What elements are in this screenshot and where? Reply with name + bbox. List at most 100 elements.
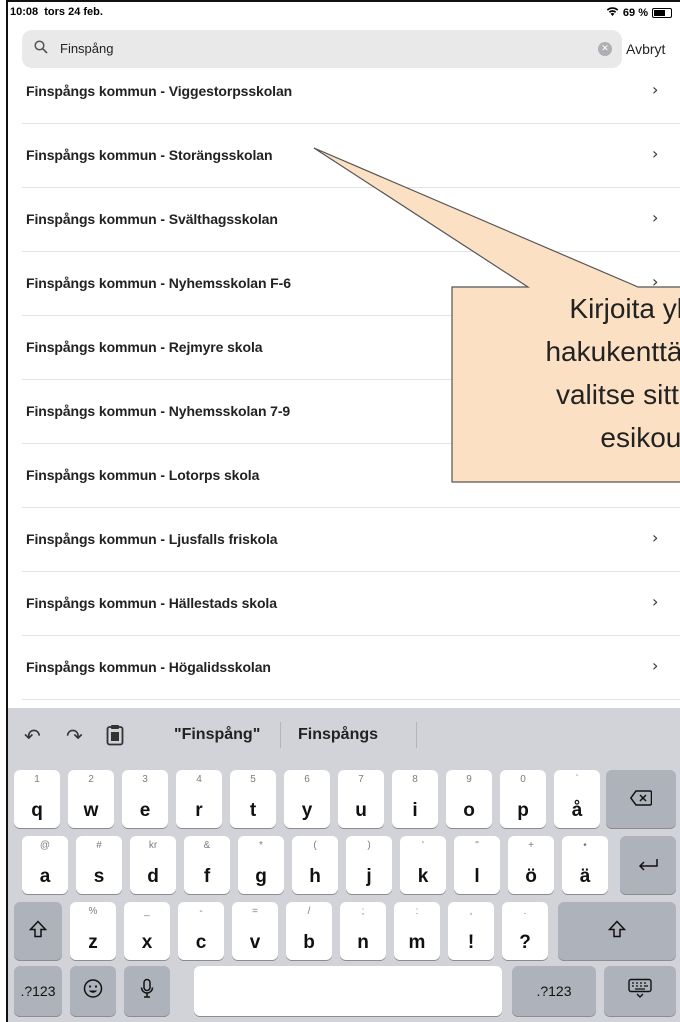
- key-f[interactable]: & f: [184, 836, 230, 894]
- numbers-key-right[interactable]: .?123: [512, 966, 596, 1016]
- key-i[interactable]: 8i: [392, 770, 438, 828]
- return-icon: [620, 853, 676, 877]
- dictation-key[interactable]: [124, 966, 170, 1016]
- undo-icon[interactable]: ↶: [24, 724, 41, 748]
- key-k[interactable]: ' k: [400, 836, 446, 894]
- key-alt-label: 0: [520, 774, 526, 785]
- suggestion-2[interactable]: Finspångs: [298, 726, 378, 744]
- key-alt-label: `: [575, 774, 579, 785]
- emoji-icon: [70, 979, 116, 1004]
- key-j[interactable]: ) j: [346, 836, 392, 894]
- key-c[interactable]: -c: [178, 902, 224, 960]
- key-label: .?123: [20, 983, 56, 999]
- key-label: !: [467, 932, 475, 953]
- key-![interactable]: ,!: [448, 902, 494, 960]
- chevron-right-icon: ›: [652, 528, 659, 547]
- chevron-right-icon: ›: [652, 208, 659, 227]
- key-alt-label: 9: [466, 774, 472, 785]
- key-label: k: [417, 866, 429, 887]
- key-label: e: [139, 800, 151, 821]
- cancel-button[interactable]: Avbryt: [626, 41, 665, 57]
- key-q[interactable]: 1q: [14, 770, 60, 828]
- battery-icon: [652, 7, 672, 18]
- result-label: Finspångs kommun - Hällestads skola: [26, 595, 277, 611]
- key-label: s: [93, 866, 105, 887]
- key-x[interactable]: _ x: [124, 902, 170, 960]
- key-?[interactable]: .?: [502, 902, 548, 960]
- suggestion-bar: ↶ ↷ "Finspång" Finspångs: [8, 708, 680, 762]
- key-alt-label: 7: [358, 774, 364, 785]
- backspace-icon: [606, 787, 676, 811]
- space-key[interactable]: [194, 966, 502, 1016]
- key-o[interactable]: 9o: [446, 770, 492, 828]
- callout-line: valitse sitten l: [555, 379, 680, 410]
- key-t[interactable]: 5t: [230, 770, 276, 828]
- result-row[interactable]: Finspångs kommun - Ljusfalls friskola ›: [8, 508, 680, 572]
- clear-search-icon[interactable]: ✕: [598, 42, 612, 56]
- suggestion-1[interactable]: "Finspång": [174, 726, 260, 744]
- shift-key-left[interactable]: [14, 902, 62, 960]
- key-b[interactable]: / b: [286, 902, 332, 960]
- result-row[interactable]: Finspångs kommun - Svälthagsskolan ›: [8, 188, 680, 252]
- ipad-screen: 10:08 tors 24 feb. 69 % Finspång ✕ Avbry…: [6, 0, 680, 1022]
- key-label: l: [474, 866, 480, 887]
- key-alt-label: :: [415, 906, 419, 917]
- key-label: å: [571, 800, 583, 821]
- key-alt-label: .: [523, 906, 527, 917]
- search-input-value: Finspång: [60, 41, 114, 56]
- status-time: 10:08 tors 24 feb.: [10, 6, 103, 18]
- chevron-right-icon: ›: [652, 144, 659, 163]
- key-alt-label: %: [88, 906, 98, 917]
- key-å[interactable]: ` å: [554, 770, 600, 828]
- key-ö[interactable]: + ö: [508, 836, 554, 894]
- key-alt-label: kr: [148, 840, 158, 851]
- result-row[interactable]: Finspångs kommun - Högalidsskolan ›: [8, 636, 680, 700]
- shift-key-right[interactable]: [558, 902, 676, 960]
- key-label: c: [195, 932, 207, 953]
- key-label: h: [309, 866, 321, 887]
- key-alt-label: 1: [34, 774, 40, 785]
- key-g[interactable]: * g: [238, 836, 284, 894]
- key-alt-label: ;: [361, 906, 365, 917]
- key-m[interactable]: :m: [394, 902, 440, 960]
- key-u[interactable]: 7u: [338, 770, 384, 828]
- hide-keyboard-key[interactable]: [604, 966, 676, 1016]
- result-row[interactable]: Finspångs kommun - Storängsskolan ›: [8, 124, 680, 188]
- key-r[interactable]: 4r: [176, 770, 222, 828]
- key-e[interactable]: 3e: [122, 770, 168, 828]
- result-row[interactable]: Finspångs kommun - Viggestorpsskolan ›: [8, 60, 680, 124]
- key-label: z: [88, 932, 98, 953]
- numbers-key-left[interactable]: .?123: [14, 966, 62, 1016]
- key-z[interactable]: % z: [70, 902, 116, 960]
- redo-icon[interactable]: ↷: [66, 724, 83, 748]
- key-w[interactable]: 2w: [68, 770, 114, 828]
- key-label: x: [141, 932, 153, 953]
- emoji-key[interactable]: [70, 966, 116, 1016]
- key-alt-label: •: [583, 840, 587, 851]
- key-alt-label: &: [203, 840, 211, 851]
- key-a[interactable]: @ a: [22, 836, 68, 894]
- key-h[interactable]: (h: [292, 836, 338, 894]
- chevron-right-icon: ›: [652, 656, 659, 675]
- wifi-icon: [606, 6, 619, 19]
- key-ä[interactable]: • ä: [562, 836, 608, 894]
- key-label: f: [203, 866, 211, 887]
- key-l[interactable]: " l: [454, 836, 500, 894]
- key-n[interactable]: ; n: [340, 902, 386, 960]
- key-s[interactable]: # s: [76, 836, 122, 894]
- key-label: t: [249, 800, 257, 821]
- key-alt-label: (: [313, 840, 317, 851]
- result-row[interactable]: Finspångs kommun - Hällestads skola ›: [8, 572, 680, 636]
- key-p[interactable]: 0p: [500, 770, 546, 828]
- search-icon: [34, 40, 48, 54]
- clipboard-icon[interactable]: [106, 724, 124, 751]
- return-key[interactable]: [620, 836, 676, 894]
- key-y[interactable]: 6y: [284, 770, 330, 828]
- result-label: Finspångs kommun - Högalidsskolan: [26, 659, 271, 675]
- key-v[interactable]: = v: [232, 902, 278, 960]
- backspace-key[interactable]: [606, 770, 676, 828]
- key-d[interactable]: kr d: [130, 836, 176, 894]
- key-alt-label: *: [259, 840, 263, 851]
- callout-line: esikoul: [600, 422, 680, 453]
- battery-percent: 69 %: [622, 6, 648, 19]
